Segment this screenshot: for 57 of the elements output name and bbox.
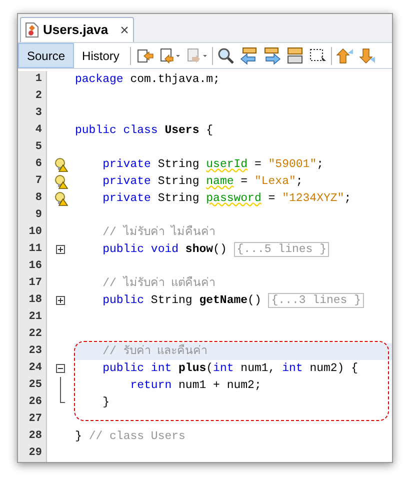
code-line: return num1 + num2; bbox=[129, 378, 262, 394]
line-number: 29 bbox=[28, 446, 42, 462]
line-number: 2 bbox=[35, 89, 42, 104]
line-number: 1 bbox=[35, 72, 42, 88]
line-number: 23 bbox=[28, 344, 42, 360]
expand-icon[interactable] bbox=[56, 245, 65, 254]
line-number: 28 bbox=[28, 429, 42, 444]
code-line: public int plus(int num1, int num2) { bbox=[102, 361, 358, 377]
code-line: } // class Users bbox=[75, 429, 186, 445]
code-line: // ไม่รับค่า แต่คืนค่า bbox=[102, 275, 216, 292]
line-number: 27 bbox=[28, 412, 42, 428]
warning-bulb-icon bbox=[54, 158, 68, 172]
line-number: 3 bbox=[35, 106, 42, 122]
line-number: 5 bbox=[35, 140, 42, 156]
code-line: public String getName() {...3 lines } bbox=[75, 292, 364, 309]
line-number: 7 bbox=[35, 174, 42, 190]
next-occurrence-icon[interactable] bbox=[263, 46, 282, 64]
code-line: // ไม่รับค่า ไม่คืนค่า bbox=[102, 224, 216, 241]
code-line: public class Users { bbox=[75, 123, 214, 139]
warning-bulb-icon bbox=[54, 192, 68, 206]
line-number: 8 bbox=[35, 191, 42, 206]
back-icon[interactable] bbox=[159, 46, 182, 64]
line-number: 4 bbox=[35, 123, 42, 138]
line-number: 11 bbox=[28, 242, 42, 258]
line-number: 16 bbox=[28, 259, 42, 274]
code-line: public void show() {...5 lines } bbox=[75, 241, 330, 258]
view-tab[interactable]: History bbox=[74, 43, 128, 68]
view-tab[interactable]: Source bbox=[18, 43, 74, 68]
code-line: // รับค่า และคืนค่า bbox=[102, 343, 208, 360]
line-number: 21 bbox=[28, 310, 42, 326]
expand-icon[interactable] bbox=[56, 296, 65, 305]
code-line: } bbox=[102, 395, 110, 411]
line-number: 25 bbox=[28, 378, 42, 394]
editor-tab[interactable]: Users.java × bbox=[20, 17, 134, 42]
collapse-icon[interactable] bbox=[56, 364, 65, 373]
line-number: 22 bbox=[28, 327, 42, 342]
code-line: private String password = "1234XYZ"; bbox=[102, 191, 352, 207]
line-number: 10 bbox=[28, 225, 42, 240]
code-line: package com.thjava.m; bbox=[75, 72, 220, 88]
line-number: 24 bbox=[28, 361, 42, 376]
code-line: private String userId = "59001"; bbox=[102, 157, 324, 173]
previous-occurrence-icon[interactable] bbox=[240, 46, 258, 64]
move-down-icon[interactable] bbox=[358, 46, 376, 64]
search-icon[interactable] bbox=[217, 46, 236, 64]
move-up-icon[interactable] bbox=[336, 46, 354, 64]
line-number: 18 bbox=[28, 293, 42, 308]
toggle-highlight-icon[interactable] bbox=[286, 46, 304, 64]
tab-title: Users.java bbox=[43, 21, 108, 40]
line-number: 9 bbox=[35, 208, 42, 224]
warning-bulb-icon bbox=[54, 174, 68, 188]
code-line: private String name = "Lexa"; bbox=[102, 174, 303, 190]
java-file-icon bbox=[25, 22, 39, 38]
line-number: 17 bbox=[28, 276, 42, 292]
line-number: 6 bbox=[35, 157, 42, 172]
line-number: 26 bbox=[28, 395, 42, 410]
last-edit-icon[interactable] bbox=[136, 46, 154, 64]
close-tab-button[interactable]: × bbox=[120, 22, 129, 38]
